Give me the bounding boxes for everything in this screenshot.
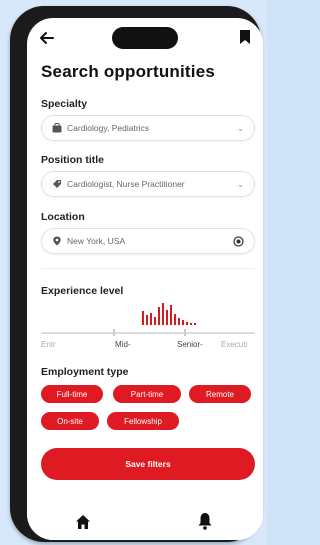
employment-label: Employment type [41, 366, 129, 378]
chip-full-time[interactable]: Full-time [41, 385, 103, 403]
position-select[interactable]: Cardiologist, Nurse Practitioner ⌄ [41, 171, 255, 197]
histogram-bar [190, 323, 192, 325]
specialty-label: Specialty [41, 98, 88, 110]
histogram-bar [162, 303, 164, 325]
arrow-left-icon[interactable] [39, 30, 55, 46]
target-icon[interactable] [233, 235, 244, 247]
experience-level-label: Mid- [115, 340, 131, 349]
histogram-bar [158, 307, 160, 325]
histogram-bar [174, 314, 176, 325]
experience-level-label: Senior- [177, 340, 203, 349]
histogram-bar [166, 310, 168, 325]
experience-level-label: Executi [221, 340, 248, 349]
home-icon[interactable] [75, 514, 91, 530]
chip-fellowship[interactable]: Fellowship [107, 412, 179, 430]
page-title: Search opportunities [41, 62, 216, 81]
map-pin-icon [53, 236, 61, 246]
chip-part-time[interactable]: Part-time [113, 385, 181, 403]
histogram-bar [142, 311, 144, 325]
histogram-bar [178, 318, 180, 325]
briefcase-icon [52, 123, 62, 133]
histogram-bar [170, 305, 172, 325]
location-value: New York, USA [67, 236, 126, 246]
bookmark-icon[interactable] [239, 30, 251, 44]
location-label: Location [41, 211, 85, 223]
phone-frame: Search opportunities Specialty Cardiolog… [10, 6, 263, 542]
experience-histogram [142, 301, 202, 325]
position-value: Cardiologist, Nurse Practitioner [67, 179, 185, 189]
specialty-value: Cardiology, Pediatrics [67, 123, 150, 133]
dynamic-island [112, 27, 178, 49]
chip-on-site[interactable]: On-site [41, 412, 99, 430]
app-screen: Search opportunities Specialty Cardiolog… [27, 18, 263, 540]
chip-remote[interactable]: Remote [189, 385, 251, 403]
bell-icon[interactable] [197, 512, 213, 530]
histogram-bar [154, 317, 156, 325]
save-filters-button[interactable]: Save filters [41, 448, 255, 480]
experience-slider[interactable] [41, 332, 255, 334]
chevron-down-icon: ⌄ [237, 179, 244, 189]
histogram-bar [146, 315, 148, 325]
histogram-bar [194, 323, 196, 325]
slider-handle[interactable] [113, 329, 115, 336]
tag-icon [53, 180, 61, 188]
position-label: Position title [41, 154, 104, 166]
histogram-bar [186, 322, 188, 325]
histogram-bar [150, 313, 152, 325]
slider-handle[interactable] [184, 329, 186, 336]
experience-level-label: Entr [41, 340, 56, 349]
section-divider [41, 268, 255, 269]
histogram-bar [182, 320, 184, 325]
bottom-nav [27, 492, 263, 540]
specialty-select[interactable]: Cardiology, Pediatrics ⌄ [41, 115, 255, 141]
chevron-down-icon: ⌄ [237, 123, 244, 133]
location-input[interactable]: New York, USA [41, 228, 255, 254]
experience-label: Experience level [41, 285, 124, 297]
